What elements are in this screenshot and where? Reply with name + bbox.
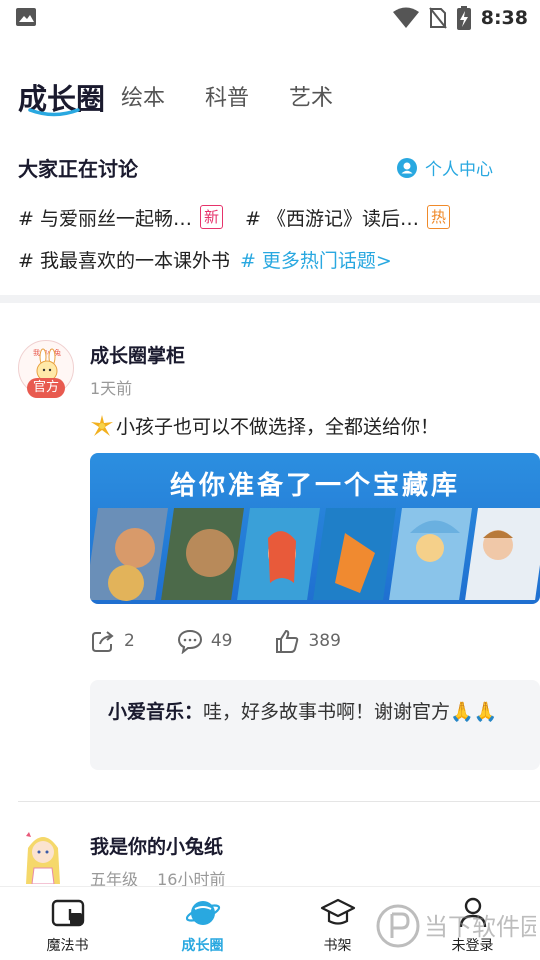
profile-center-label: 个人中心 bbox=[425, 160, 493, 180]
comment-button[interactable]: 49 bbox=[177, 628, 233, 654]
avatar[interactable] bbox=[18, 828, 68, 884]
no-sim-icon bbox=[428, 7, 447, 29]
discussion-title: 大家正在讨论 bbox=[18, 157, 138, 181]
battery-charging-icon bbox=[456, 6, 471, 30]
like-button[interactable]: 389 bbox=[274, 628, 341, 654]
status-bar: 8:38 bbox=[0, 0, 540, 36]
sparkle-icon bbox=[91, 414, 113, 436]
thumbs-up-icon bbox=[276, 629, 299, 653]
comment-count: 49 bbox=[210, 631, 233, 651]
post-author[interactable]: 成长圈掌柜 bbox=[90, 341, 185, 368]
nav-label: 成长圈 bbox=[181, 938, 224, 954]
profile-center-link[interactable]: 个人中心 bbox=[397, 155, 493, 180]
active-tab-indicator bbox=[28, 108, 80, 117]
anime-girl-avatar-icon bbox=[26, 832, 60, 884]
commenter-name: 小爱音乐： bbox=[108, 701, 204, 723]
post-divider bbox=[18, 801, 540, 802]
topic-alice[interactable]: # 与爱丽丝一起畅… bbox=[18, 204, 192, 231]
planet-icon bbox=[185, 901, 220, 925]
graduation-cap-icon bbox=[320, 898, 355, 925]
new-badge: 新 bbox=[199, 205, 223, 229]
post-text-content: 小孩子也可以不做选择，全都送给你！ bbox=[116, 416, 440, 438]
share-button[interactable]: 2 bbox=[90, 628, 135, 654]
official-badge: 官方 bbox=[27, 378, 65, 398]
nav-growth-circle[interactable]: 成长圈 bbox=[135, 887, 270, 960]
svg-text:我的小兔: 我的小兔 bbox=[33, 348, 61, 357]
post-image-banner[interactable]: 给你准备了一个宝藏库 bbox=[90, 453, 540, 604]
more-topics-link[interactable]: # 更多热门话题> bbox=[240, 246, 392, 273]
watermark-logo: 当下软件园 bbox=[376, 904, 536, 948]
topic-row: # 与爱丽丝一起畅… 新 # 《西游记》读后… 热 bbox=[18, 202, 472, 232]
post-text: 小孩子也可以不做选择，全都送给你！ bbox=[90, 412, 439, 439]
topic-row: # 我最喜欢的一本课外书 # 更多热门话题> bbox=[18, 244, 392, 274]
magic-book-icon bbox=[51, 899, 84, 927]
image-notification-icon bbox=[16, 8, 36, 26]
nav-magic-book[interactable]: 魔法书 bbox=[0, 887, 135, 960]
post-time: 1天前 bbox=[90, 379, 133, 398]
nav-label: 书架 bbox=[323, 938, 352, 954]
post-author[interactable]: 我是你的小兔纸 bbox=[90, 832, 223, 859]
section-divider bbox=[0, 295, 540, 303]
comment-text: 哇，好多故事书啊！谢谢官方🙏🙏 bbox=[203, 701, 498, 723]
topic-journey-west[interactable]: # 《西游记》读后… bbox=[245, 204, 419, 231]
topic-favorite-book[interactable]: # 我最喜欢的一本课外书 bbox=[18, 246, 230, 273]
story-characters-illustration bbox=[90, 508, 540, 601]
tab-picture-books[interactable]: 绘本 bbox=[121, 82, 165, 116]
share-count: 2 bbox=[124, 631, 135, 651]
wifi-icon bbox=[392, 7, 419, 28]
clock: 8:38 bbox=[480, 7, 528, 29]
tab-science[interactable]: 科普 bbox=[205, 82, 249, 116]
comment-icon bbox=[177, 629, 202, 654]
nav-label: 魔法书 bbox=[46, 938, 89, 954]
svg-text:当下软件园: 当下软件园 bbox=[424, 913, 536, 941]
user-circle-icon bbox=[397, 157, 417, 178]
post-actions: 2 49 389 bbox=[90, 626, 383, 656]
hot-badge: 热 bbox=[426, 205, 450, 229]
tab-art[interactable]: 艺术 bbox=[289, 82, 333, 116]
share-icon bbox=[92, 631, 114, 652]
comment-preview[interactable]: 小爱音乐：哇，好多故事书啊！谢谢官方🙏🙏 bbox=[90, 680, 540, 770]
like-count: 389 bbox=[308, 631, 341, 651]
